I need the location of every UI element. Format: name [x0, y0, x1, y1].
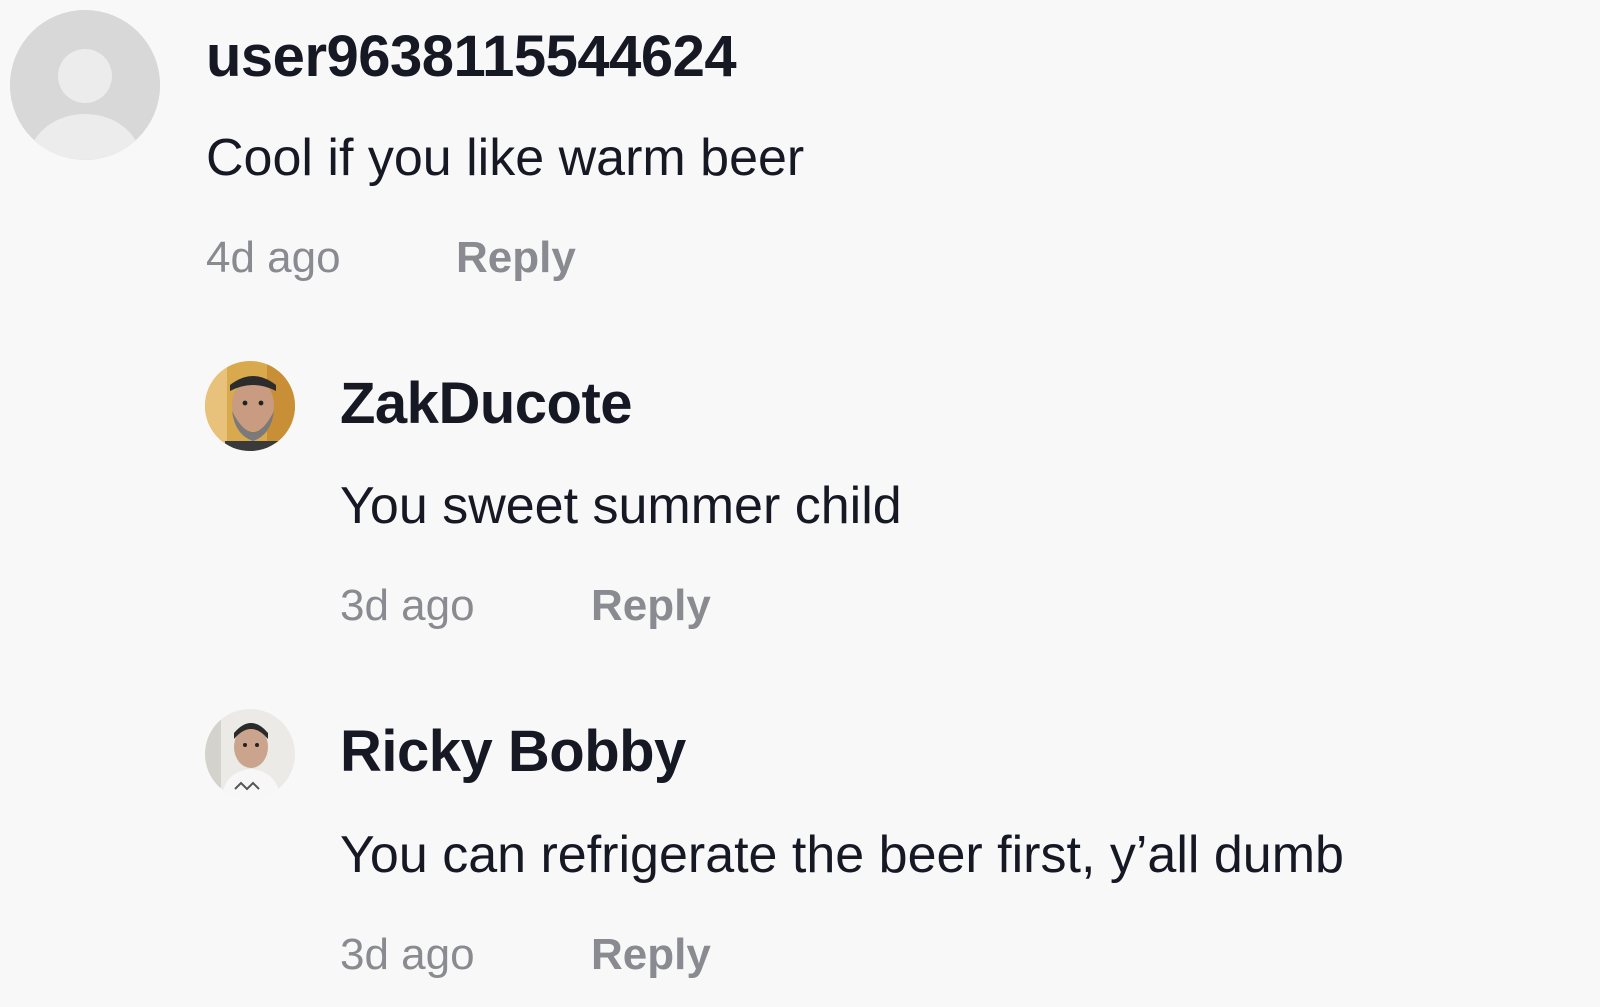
- comment-username[interactable]: Ricky Bobby: [340, 720, 686, 784]
- comment-username[interactable]: user9638115544624: [206, 25, 737, 89]
- comment-text: You can refrigerate the beer first, y’al…: [340, 826, 1344, 884]
- avatar[interactable]: [10, 10, 160, 160]
- user-photo: [205, 709, 295, 799]
- avatar[interactable]: [205, 361, 295, 451]
- comment-timestamp: 4d ago: [206, 233, 341, 282]
- reply-button[interactable]: Reply: [591, 580, 711, 632]
- reply-button[interactable]: Reply: [591, 929, 711, 981]
- avatar[interactable]: [205, 709, 295, 799]
- comment-text: You sweet summer child: [340, 477, 902, 535]
- user-photo: [205, 361, 295, 451]
- comment-text: Cool if you like warm beer: [206, 129, 805, 187]
- comment-timestamp: 3d ago: [340, 581, 475, 630]
- reply-button[interactable]: Reply: [456, 232, 576, 284]
- default-user-icon: [10, 10, 160, 160]
- comment-username[interactable]: ZakDucote: [340, 372, 633, 436]
- comment-timestamp: 3d ago: [340, 930, 475, 979]
